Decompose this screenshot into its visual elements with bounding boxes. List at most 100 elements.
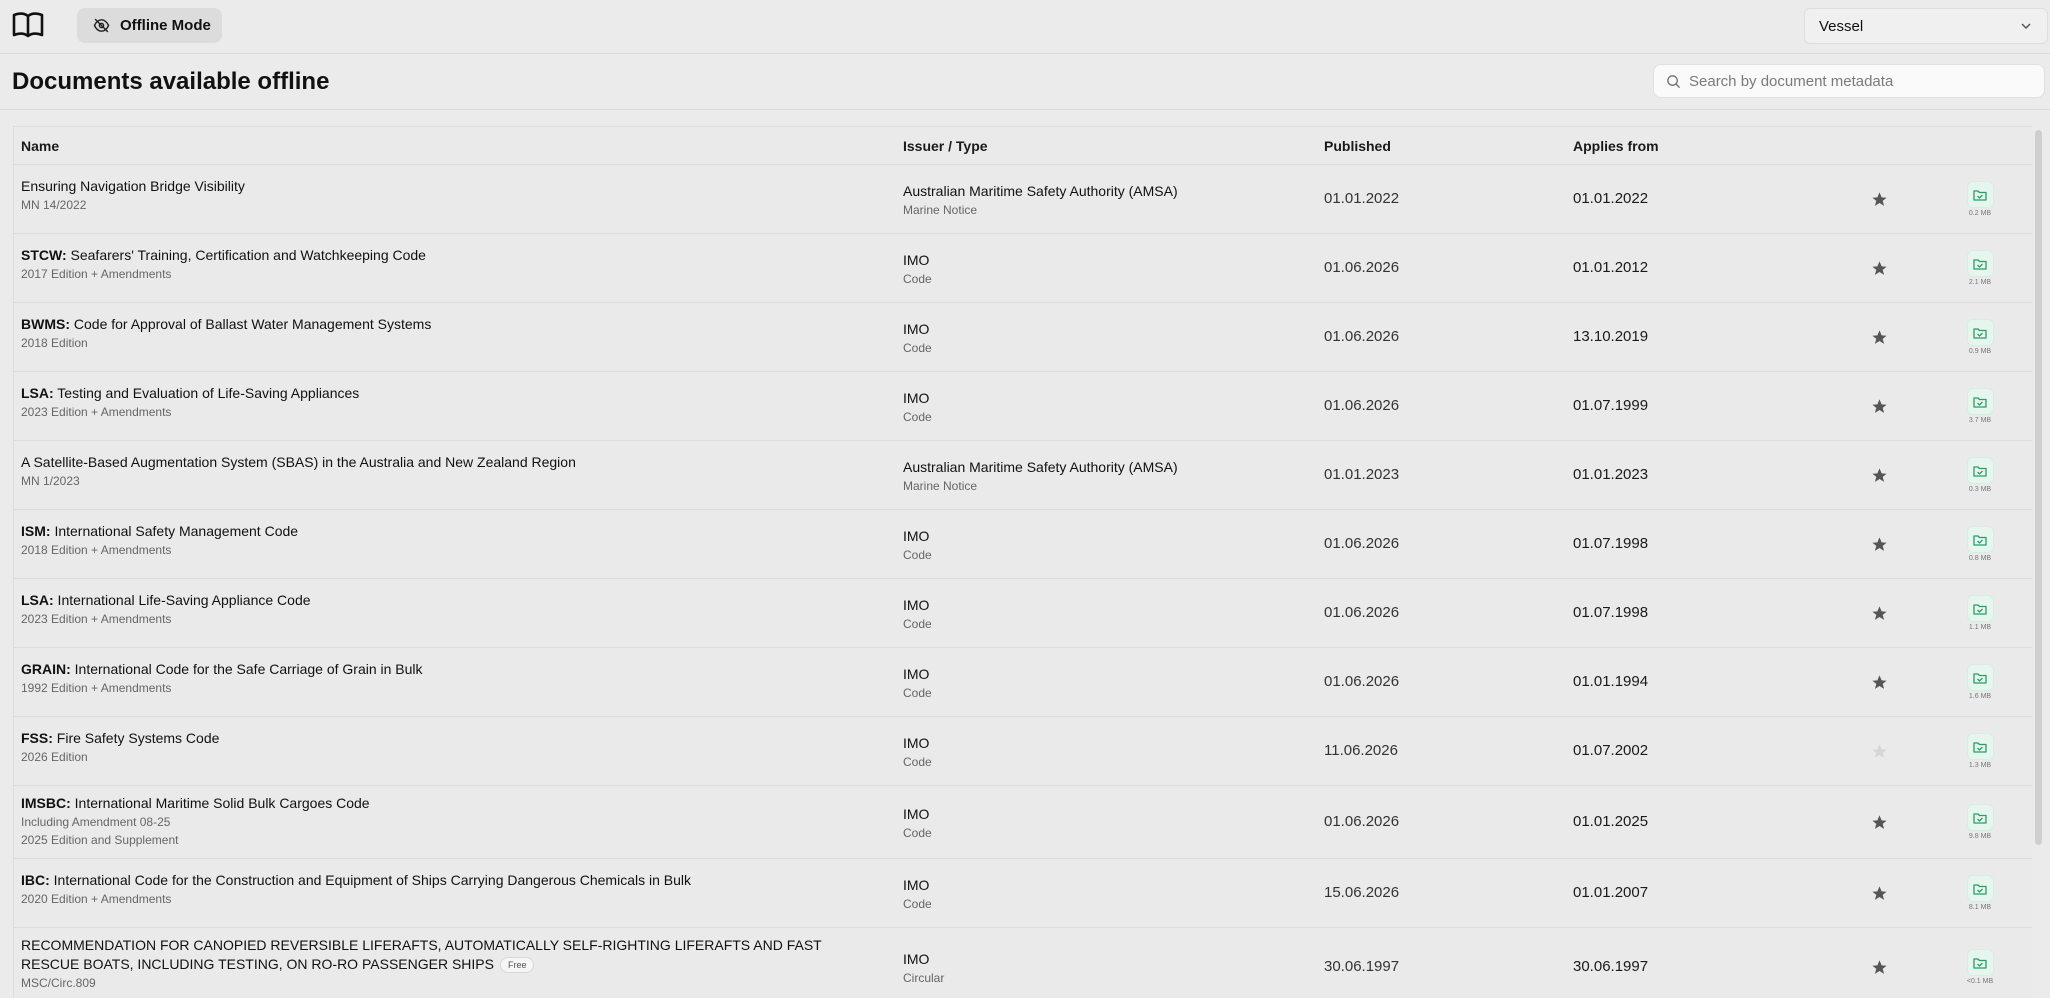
document-name-cell[interactable]: IMSBC: International Maritime Solid Bulk… <box>21 794 881 849</box>
document-title[interactable]: RECOMMENDATION FOR CANOPIED REVERSIBLE L… <box>21 936 881 974</box>
search-box[interactable] <box>1653 64 2045 98</box>
document-title[interactable]: GRAIN: International Code for the Safe C… <box>21 660 881 679</box>
applies-from-date: 01.01.2023 <box>1573 466 1649 483</box>
document-type: Marine Notice <box>903 479 978 493</box>
vessel-select[interactable]: Vessel <box>1804 8 2048 44</box>
document-name-cell[interactable]: BWMS: Code for Approval of Ballast Water… <box>21 315 881 352</box>
document-code: BWMS: <box>21 316 70 332</box>
favorite-star-button[interactable] <box>1871 467 1889 485</box>
document-title[interactable]: ISM: International Safety Management Cod… <box>21 522 881 541</box>
document-title[interactable]: A Satellite-Based Augmentation System (S… <box>21 453 881 472</box>
table-row[interactable]: STCW: Seafarers' Training, Certification… <box>14 234 2032 303</box>
folder-download-icon <box>1966 319 1994 346</box>
document-name-cell[interactable]: A Satellite-Based Augmentation System (S… <box>21 453 881 490</box>
table-row[interactable]: BWMS: Code for Approval of Ballast Water… <box>14 303 2032 372</box>
document-name-cell[interactable]: Ensuring Navigation Bridge Visibility MN … <box>21 177 881 214</box>
favorite-star-button[interactable] <box>1871 743 1889 761</box>
document-name-cell[interactable]: RECOMMENDATION FOR CANOPIED REVERSIBLE L… <box>21 936 881 992</box>
offline-download-button[interactable]: 1.6 MB <box>1965 664 1995 704</box>
document-title[interactable]: IBC: International Code for the Construc… <box>21 871 881 890</box>
table-row[interactable]: RECOMMENDATION FOR CANOPIED REVERSIBLE L… <box>14 928 2032 998</box>
offline-download-button[interactable]: <0.1 MB <box>1965 949 1995 989</box>
document-title-text: International Safety Management Code <box>50 523 299 539</box>
document-edition: 1992 Edition + Amendments <box>21 681 172 695</box>
column-header-applies[interactable]: Applies from <box>1573 138 1659 154</box>
favorite-star-button[interactable] <box>1871 674 1889 692</box>
document-name-cell[interactable]: LSA: Testing and Evaluation of Life-Savi… <box>21 384 881 421</box>
documents-table: Name Issuer / Type Published Applies fro… <box>13 126 2032 998</box>
column-header-issuer[interactable]: Issuer / Type <box>903 138 988 154</box>
applies-from-date: 13.10.2019 <box>1573 328 1649 345</box>
favorite-star-button[interactable] <box>1871 398 1889 416</box>
offline-download-button[interactable]: 2.1 MB <box>1965 250 1995 290</box>
favorite-star-button[interactable] <box>1871 814 1889 832</box>
search-icon <box>1667 74 1681 88</box>
table-row[interactable]: ISM: International Safety Management Cod… <box>14 510 2032 579</box>
document-title[interactable]: FSS: Fire Safety Systems Code <box>21 729 881 748</box>
column-header-published[interactable]: Published <box>1324 138 1391 154</box>
issuer-cell: IMO Code <box>903 389 932 426</box>
column-header-name[interactable]: Name <box>21 138 59 154</box>
table-row[interactable]: FSS: Fire Safety Systems Code 2026 Editio… <box>14 717 2032 786</box>
document-title[interactable]: Ensuring Navigation Bridge Visibility <box>21 177 881 196</box>
published-date: 01.06.2026 <box>1324 535 1400 552</box>
issuer-name: IMO <box>903 735 930 751</box>
favorite-star-button[interactable] <box>1871 329 1889 347</box>
table-row[interactable]: GRAIN: International Code for the Safe C… <box>14 648 2032 717</box>
issuer-name: IMO <box>903 806 930 822</box>
issuer-cell: IMO Code <box>903 876 932 913</box>
issuer-name: Australian Maritime Safety Authority (AM… <box>903 183 1178 199</box>
document-name-cell[interactable]: STCW: Seafarers' Training, Certification… <box>21 246 881 283</box>
published-date: 01.06.2026 <box>1324 604 1400 621</box>
document-name-cell[interactable]: LSA: International Life-Saving Appliance… <box>21 591 881 628</box>
offline-download-button[interactable]: 0.9 MB <box>1965 319 1995 359</box>
favorite-star-button[interactable] <box>1871 536 1889 554</box>
book-open-icon[interactable] <box>12 12 44 38</box>
document-title[interactable]: BWMS: Code for Approval of Ballast Water… <box>21 315 881 334</box>
table-row[interactable]: Ensuring Navigation Bridge Visibility MN … <box>14 165 2032 234</box>
favorite-star-button[interactable] <box>1871 191 1889 209</box>
document-title[interactable]: LSA: Testing and Evaluation of Life-Savi… <box>21 384 881 403</box>
offline-download-button[interactable]: 1.3 MB <box>1965 733 1995 773</box>
offline-mode-label: Offline Mode <box>120 17 211 34</box>
document-name-cell[interactable]: ISM: International Safety Management Cod… <box>21 522 881 559</box>
favorite-star-button[interactable] <box>1871 260 1889 278</box>
table-row[interactable]: IMSBC: International Maritime Solid Bulk… <box>14 786 2032 859</box>
favorite-star-button[interactable] <box>1871 605 1889 623</box>
offline-mode-button[interactable]: Offline Mode <box>77 8 222 43</box>
favorite-star-button[interactable] <box>1871 959 1889 977</box>
document-code: FSS: <box>21 730 53 746</box>
scrollbar-thumb[interactable] <box>2035 130 2042 845</box>
document-name-cell[interactable]: GRAIN: International Code for the Safe C… <box>21 660 881 697</box>
document-type: Code <box>903 897 932 911</box>
table-row[interactable]: A Satellite-Based Augmentation System (S… <box>14 441 2032 510</box>
table-row[interactable]: LSA: Testing and Evaluation of Life-Savi… <box>14 372 2032 441</box>
folder-download-icon <box>1966 733 1994 760</box>
issuer-cell: IMO Code <box>903 665 932 702</box>
page-title: Documents available offline <box>12 68 330 95</box>
document-type: Circular <box>903 971 945 985</box>
search-input[interactable] <box>1689 72 2029 90</box>
table-row[interactable]: IBC: International Code for the Construc… <box>14 859 2032 928</box>
document-name-cell[interactable]: IBC: International Code for the Construc… <box>21 871 881 908</box>
document-title[interactable]: LSA: International Life-Saving Appliance… <box>21 591 881 610</box>
document-name-cell[interactable]: FSS: Fire Safety Systems Code 2026 Editio… <box>21 729 881 766</box>
offline-download-button[interactable]: 3.7 MB <box>1965 388 1995 428</box>
offline-download-button[interactable]: 9.8 MB <box>1965 804 1995 844</box>
offline-download-button[interactable]: 0.2 MB <box>1965 181 1995 221</box>
offline-download-button[interactable]: 8.1 MB <box>1965 875 1995 915</box>
offline-download-button[interactable]: 1.1 MB <box>1965 595 1995 635</box>
issuer-name: IMO <box>903 951 930 967</box>
offline-download-button[interactable]: 0.3 MB <box>1965 457 1995 497</box>
applies-from-date: 01.07.1998 <box>1573 535 1649 552</box>
offline-download-button[interactable]: 0.8 MB <box>1965 526 1995 566</box>
document-title[interactable]: STCW: Seafarers' Training, Certification… <box>21 246 881 265</box>
star-icon <box>1872 468 1887 482</box>
star-icon <box>1872 606 1887 620</box>
favorite-star-button[interactable] <box>1871 885 1889 903</box>
document-title-text: Ensuring Navigation Bridge Visibility <box>21 178 245 194</box>
free-badge: Free <box>499 957 535 974</box>
document-title[interactable]: IMSBC: International Maritime Solid Bulk… <box>21 794 881 813</box>
table-row[interactable]: LSA: International Life-Saving Appliance… <box>14 579 2032 648</box>
star-icon <box>1872 744 1887 758</box>
